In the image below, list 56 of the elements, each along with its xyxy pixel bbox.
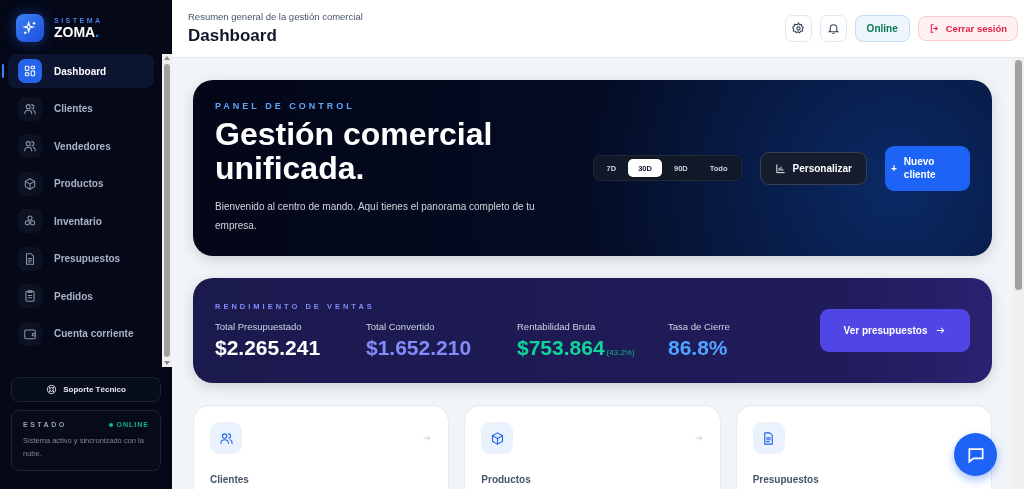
box-icon bbox=[23, 176, 37, 191]
stat-label: Tasa de Cierre bbox=[668, 320, 731, 332]
hero-title: Gestión comercial unificada. bbox=[215, 117, 494, 185]
scrollbar[interactable] bbox=[162, 54, 172, 367]
scroll-up-icon[interactable] bbox=[164, 54, 170, 62]
bell-icon bbox=[826, 22, 840, 35]
hero-kicker: PANEL DE CONTROL bbox=[215, 101, 356, 111]
summary-card[interactable]: Presupuestos bbox=[735, 405, 992, 489]
sidebar-item[interactable]: Vendedores bbox=[8, 129, 154, 163]
lifebuoy-icon bbox=[46, 384, 58, 395]
users-icon bbox=[23, 101, 37, 116]
card-title: Presupuestos bbox=[752, 474, 820, 485]
scrollbar[interactable] bbox=[1012, 58, 1024, 489]
card-title: Productos bbox=[481, 474, 532, 485]
card-title: Clientes bbox=[210, 474, 250, 485]
stat-label: Rentabilidad Bruta bbox=[517, 320, 597, 332]
stat-note: (43.2%) bbox=[606, 347, 635, 357]
arrow-icon bbox=[935, 325, 947, 336]
wallet-icon bbox=[23, 326, 37, 341]
users-icon bbox=[23, 139, 37, 153]
online-badge: Online bbox=[854, 15, 910, 42]
brand-name: ZOMA. bbox=[54, 23, 101, 40]
summary-card[interactable]: Clientes bbox=[193, 405, 450, 489]
clipboard-icon bbox=[23, 289, 37, 303]
sidebar-item[interactable]: Inventario bbox=[8, 204, 154, 238]
sidebar-item[interactable]: Pedidos bbox=[8, 279, 154, 313]
customize-button[interactable]: Personalizar bbox=[759, 151, 867, 185]
hero-text: Bienvenido al centro de mando. Aquí tienes el panorama completo de tu empresa. bbox=[215, 200, 536, 233]
notifications-button[interactable] bbox=[819, 15, 847, 42]
view-quotes-button[interactable]: Ver presupuestos bbox=[820, 309, 970, 352]
document-icon bbox=[23, 251, 37, 266]
stat-label: Total Convertido bbox=[366, 320, 436, 332]
sidebar-item[interactable]: Cuenta corriente bbox=[8, 316, 154, 351]
logout-button[interactable]: Cerrar sesión bbox=[917, 16, 1018, 41]
sidebar-item[interactable]: Presupuestos bbox=[8, 241, 154, 276]
stat-value: $1.652.210 bbox=[366, 335, 472, 359]
sidebar-item[interactable]: Clientes bbox=[8, 91, 154, 126]
stat-value: $753.864 bbox=[517, 335, 605, 359]
logo-icon bbox=[16, 14, 44, 42]
bar-chart-icon bbox=[774, 162, 786, 174]
summary-card[interactable]: Productos bbox=[464, 405, 721, 489]
stat-label: Total Presupuestado bbox=[215, 320, 303, 332]
scroll-down-icon[interactable] bbox=[164, 359, 170, 367]
stat-value: $2.265.241 bbox=[215, 335, 321, 359]
logout-icon bbox=[928, 23, 940, 34]
page-subtitle: Resumen general de la gestión comercial bbox=[188, 11, 363, 22]
support-button[interactable]: Soporte Técnico bbox=[11, 377, 161, 402]
sidebar-item[interactable]: Productos bbox=[8, 166, 154, 201]
grid-icon bbox=[23, 64, 37, 78]
page-title: Dashboard bbox=[188, 26, 278, 46]
settings-icon bbox=[791, 22, 805, 35]
box-icon bbox=[489, 430, 505, 446]
settings-button[interactable] bbox=[784, 15, 812, 42]
circles-icon bbox=[23, 214, 37, 228]
stat-value: 86.8% bbox=[668, 335, 728, 359]
users-icon bbox=[218, 430, 234, 446]
